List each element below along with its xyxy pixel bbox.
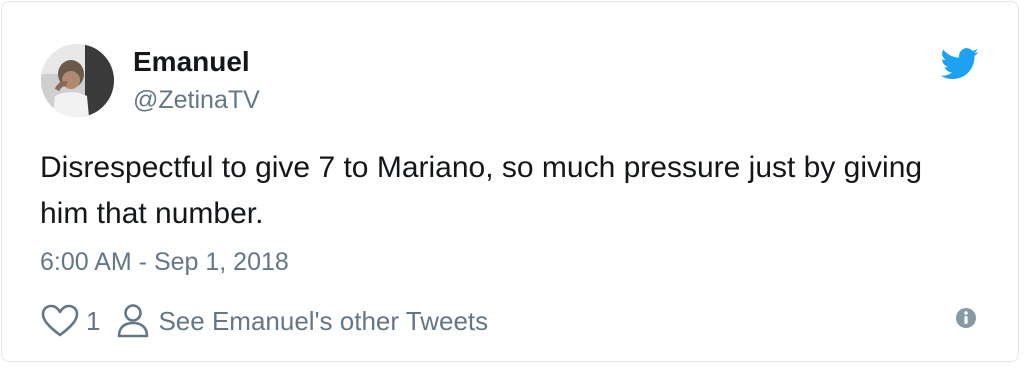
tweet-timestamp[interactable]: 6:00 AM - Sep 1, 2018 (40, 244, 289, 280)
avatar-photo (41, 44, 114, 117)
tweet-card: Emanuel @ZetinaTV Disrespectful to give … (1, 1, 1019, 362)
info-icon[interactable] (954, 306, 978, 330)
tweet-text: Disrespectful to give 7 to Mariano, so m… (40, 151, 923, 230)
author-name[interactable]: Emanuel (133, 44, 250, 80)
like-count[interactable]: 1 (86, 306, 100, 337)
heart-icon[interactable] (40, 304, 80, 338)
twitter-bird-icon[interactable] (940, 48, 979, 80)
avatar[interactable] (41, 44, 114, 117)
tweet-actions: 1 See Emanuel's other Tweets (40, 302, 488, 340)
see-other-tweets-link[interactable]: See Emanuel's other Tweets (158, 306, 488, 337)
person-icon[interactable] (116, 303, 150, 339)
author-handle[interactable]: @ZetinaTV (133, 84, 260, 116)
